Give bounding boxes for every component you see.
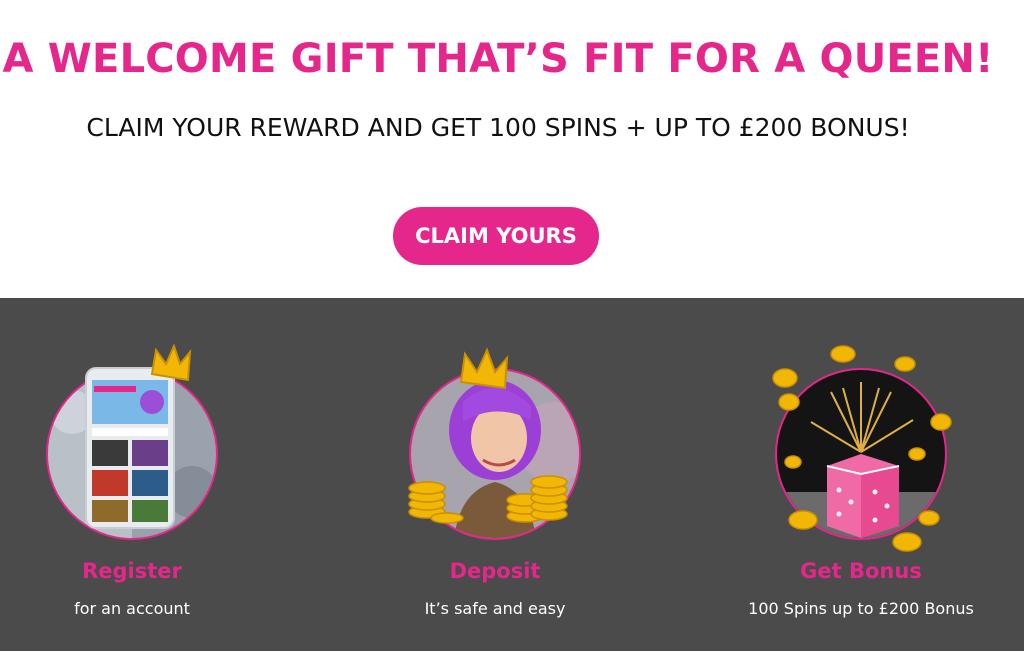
step-title: Deposit xyxy=(449,559,541,583)
gift-box-with-coins-icon xyxy=(772,345,952,552)
step-title: Register xyxy=(82,559,182,583)
queen-with-coins-icon xyxy=(408,347,581,540)
headline: A WELCOME GIFT THAT’S FIT FOR A QUEEN! xyxy=(2,36,994,82)
step-deposit: Deposit It’s safe and easy xyxy=(365,298,625,651)
claim-yours-button[interactable]: CLAIM YOURS xyxy=(393,207,599,265)
subheadline: CLAIM YOUR REWARD AND GET 100 SPINS + UP… xyxy=(86,113,910,142)
step-description: 100 Spins up to £200 Bonus xyxy=(748,599,974,618)
step-title: Get Bonus xyxy=(800,559,922,583)
hero-section: A WELCOME GIFT THAT’S FIT FOR A QUEEN! C… xyxy=(0,0,1024,298)
steps-section: Register for an account Deposit It’s saf… xyxy=(0,298,1024,651)
step-get-bonus: Get Bonus 100 Spins up to £200 Bonus xyxy=(731,298,991,651)
phone-with-crown-icon xyxy=(46,343,218,540)
step-register: Register for an account xyxy=(2,298,262,651)
step-description: for an account xyxy=(74,599,190,618)
step-description: It’s safe and easy xyxy=(424,599,566,618)
